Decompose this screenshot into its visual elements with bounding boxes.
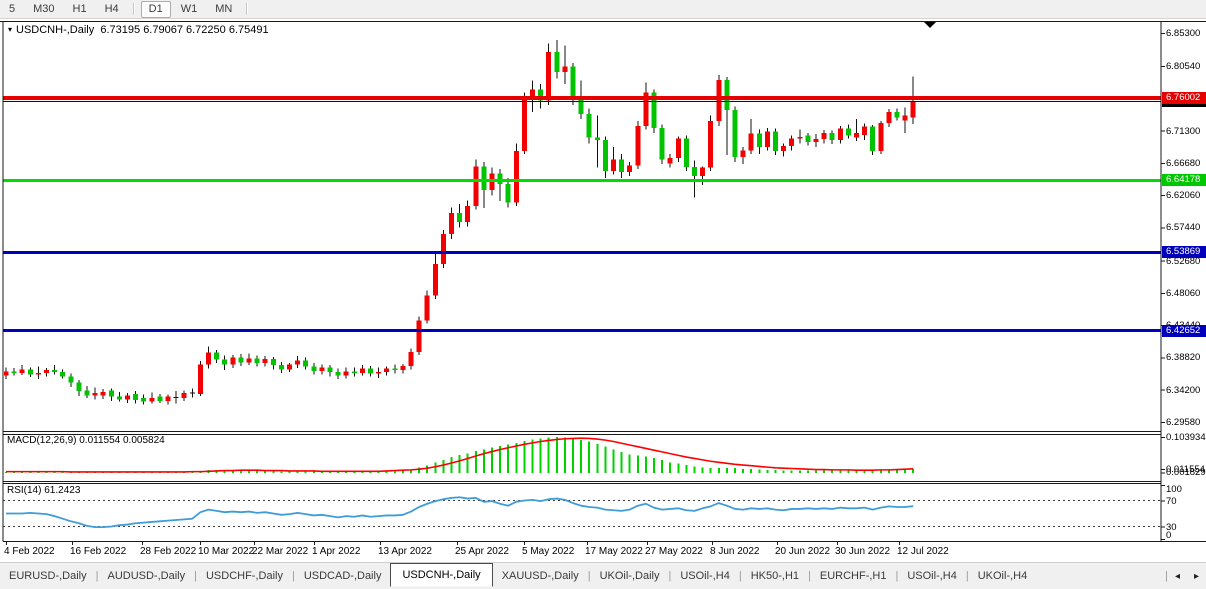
- price-axis-label: 6.57440: [1166, 222, 1200, 233]
- price-axis-label: 6.62060: [1166, 190, 1200, 201]
- tab-ukoil-h4[interactable]: UKOil-,H4: [969, 566, 1037, 587]
- price-axis-label: 6.85300: [1166, 28, 1200, 39]
- price-axis-label: 6.29580: [1166, 417, 1200, 428]
- chart-ohlc-values: 6.73195 6.79067 6.72250 6.75491: [100, 24, 268, 36]
- price-chart-canvas[interactable]: [0, 19, 1206, 563]
- hline-6.76002[interactable]: [3, 96, 1161, 100]
- timeframe-button-mn[interactable]: MN: [207, 1, 240, 18]
- rsi-axis-label: 100: [1166, 484, 1182, 495]
- price-axis-badge-6.42652: 6.42652: [1162, 325, 1206, 337]
- timeframe-button-h4[interactable]: H4: [97, 1, 127, 18]
- toolbar-separator: [246, 3, 248, 15]
- timeframe-button-h1[interactable]: H1: [65, 1, 95, 18]
- chart-shift-marker-icon: [924, 22, 936, 28]
- date-axis-label: 28 Feb 2022: [140, 546, 196, 557]
- macd-axis-label: 0.103934: [1166, 432, 1206, 443]
- rsi-axis-label: 0: [1166, 530, 1171, 541]
- candles: [0, 40, 916, 404]
- price-axis-label: 6.38820: [1166, 352, 1200, 363]
- symbol-tabbar: EURUSD-,Daily|AUDUSD-,Daily|USDCHF-,Dail…: [0, 562, 1206, 589]
- chart-frame: [0, 22, 1206, 546]
- date-axis-label: 12 Jul 2022: [897, 546, 949, 557]
- trading-terminal-window: 5M30H1H4 D1W1MN ▾ USDCNH-,Daily 6.73195 6.…: [0, 0, 1206, 589]
- hline-6.53869[interactable]: [3, 251, 1161, 254]
- date-axis-label: 1 Apr 2022: [312, 546, 360, 557]
- tab-usoil-h4[interactable]: USOil-,H4: [898, 566, 966, 587]
- chart-symbol-dropdown-icon[interactable]: ▾: [8, 25, 12, 34]
- tab-eurusd-daily[interactable]: EURUSD-,Daily: [0, 566, 96, 587]
- price-axis-badge-6.64178: 6.64178: [1162, 174, 1206, 186]
- tab-ukoil-daily[interactable]: UKOil-,Daily: [591, 566, 669, 587]
- date-axis-label: 5 May 2022: [522, 546, 574, 557]
- timeframe-button-m30[interactable]: M30: [25, 1, 62, 18]
- timeframe-toolbar: 5M30H1H4 D1W1MN: [0, 0, 1206, 19]
- rsi-line: [6, 497, 913, 527]
- tab-usdcnh-daily[interactable]: USDCNH-,Daily: [390, 563, 492, 587]
- chart-title: ▾ USDCNH-,Daily 6.73195 6.79067 6.72250 6…: [8, 24, 269, 36]
- price-axis-label: 6.48060: [1166, 288, 1200, 299]
- date-axis-label: 17 May 2022: [585, 546, 643, 557]
- tabbar-scroll-arrows: |◂▸: [1165, 569, 1206, 584]
- date-axis-label: 16 Feb 2022: [70, 546, 126, 557]
- date-axis-label: 25 Apr 2022: [455, 546, 509, 557]
- rsi-indicator-label: RSI(14) 61.2423: [7, 485, 80, 496]
- date-axis-label: 13 Apr 2022: [378, 546, 432, 557]
- date-axis-label: 20 Jun 2022: [775, 546, 830, 557]
- rsi-axis-label: 70: [1166, 496, 1177, 507]
- macd-indicator-label: MACD(12,26,9) 0.011554 0.005824: [7, 435, 165, 446]
- tab-usoil-h4[interactable]: USOil-,H4: [671, 566, 739, 587]
- price-axis-badge-6.76002: 6.76002: [1162, 92, 1206, 104]
- price-axis-label: 6.71300: [1166, 126, 1200, 137]
- tab-xauusd-daily[interactable]: XAUUSD-,Daily: [493, 566, 588, 587]
- timeframe-button-w1[interactable]: W1: [173, 1, 206, 18]
- hline-6.75491[interactable]: [3, 101, 1161, 102]
- hline-6.42652[interactable]: [3, 329, 1161, 332]
- tab-usdcad-daily[interactable]: USDCAD-,Daily: [295, 566, 391, 587]
- tabbar-scroll-right-icon[interactable]: ▸: [1187, 569, 1206, 584]
- date-axis-label: 10 Mar 2022: [198, 546, 254, 557]
- macd-axis-label: 0.001829: [1166, 467, 1206, 478]
- tabbar-scroll-left-icon[interactable]: ◂: [1168, 569, 1187, 584]
- chart-area[interactable]: ▾ USDCNH-,Daily 6.73195 6.79067 6.72250 6…: [0, 19, 1206, 563]
- tab-audusd-daily[interactable]: AUDUSD-,Daily: [98, 566, 194, 587]
- chart-symbol-label: USDCNH-,Daily: [16, 24, 94, 36]
- date-axis-label: 4 Feb 2022: [4, 546, 55, 557]
- timeframe-button-d1[interactable]: D1: [141, 1, 171, 18]
- tab-hk50-h1[interactable]: HK50-,H1: [742, 566, 808, 587]
- price-axis-label: 6.80540: [1166, 61, 1200, 72]
- date-axis-label: 27 May 2022: [645, 546, 703, 557]
- timeframe-button-5[interactable]: 5: [1, 1, 23, 18]
- date-axis-label: 8 Jun 2022: [710, 546, 760, 557]
- price-axis-label: 6.34200: [1166, 385, 1200, 396]
- price-axis-label: 6.66680: [1166, 158, 1200, 169]
- hline-6.64178[interactable]: [3, 179, 1161, 182]
- price-axis-badge-6.53869: 6.53869: [1162, 246, 1206, 258]
- toolbar-separator: [133, 3, 135, 15]
- tab-eurchf-h1[interactable]: EURCHF-,H1: [811, 566, 896, 587]
- tab-usdchf-daily[interactable]: USDCHF-,Daily: [197, 566, 292, 587]
- horizontal-line-objects[interactable]: [3, 96, 1161, 332]
- date-axis-label: 30 Jun 2022: [835, 546, 890, 557]
- date-axis-label: 22 Mar 2022: [252, 546, 308, 557]
